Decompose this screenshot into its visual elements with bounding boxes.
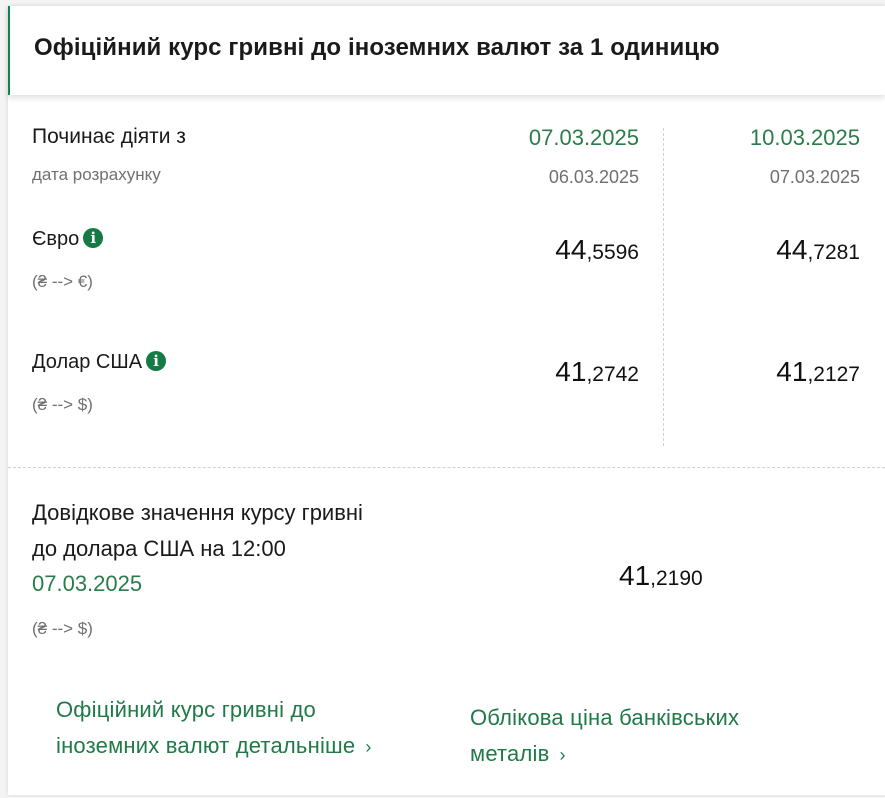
info-icon[interactable]: i [83,228,104,248]
column-2-date: 10.03.2025 [749,125,860,150]
rate-int: 44 [776,234,808,265]
usd-row-label: Долар США i [32,351,167,374]
rate-int: 41 [619,560,651,591]
rate-frac: ,5596 [586,241,639,264]
rate-frac: ,2742 [586,363,639,386]
reference-rate: 41,2190 [619,560,703,592]
link-detailed-rates[interactable]: Офіційний курс гривні до іноземних валют… [56,692,372,765]
euro-row-label: Євро i [32,228,104,251]
rate-int: 41 [555,356,587,387]
link-metals-line1: Облікова ціна банківських [470,705,740,730]
column-divider [663,128,664,446]
link-detailed-line1: Офіційний курс гривні до [56,697,316,722]
section-divider [8,467,885,468]
chevron-right-icon: › [365,737,372,757]
euro-rate-col1: 44,5596 [555,234,639,266]
rate-frac: ,2127 [807,363,860,386]
usd-rate-col2: 41,2127 [776,356,860,388]
column-1-calc-date: 06.03.2025 [548,167,639,187]
euro-name: Євро [32,228,80,250]
usd-rate-col1: 41,2742 [555,356,639,388]
reference-date: 07.03.2025 [32,571,143,596]
page-title: Офіційний курс гривні до іноземних валют… [34,34,720,61]
usd-direction: (₴ --> $) [32,395,93,414]
effective-label: Починає діяти з [32,125,186,148]
usd-name: Долар США [32,351,143,373]
rate-frac: ,7281 [807,241,860,264]
reference-line2: до долара США на 12:00 [32,536,286,561]
exchange-rates-card: Офіційний курс гривні до іноземних валют… [8,6,885,795]
rate-frac: ,2190 [650,567,703,590]
reference-line1: Довідкове значення курсу гривні [32,500,363,525]
card-header: Офіційний курс гривні до іноземних валют… [8,6,885,95]
chevron-right-icon: › [559,745,566,765]
reference-direction: (₴ --> $) [32,619,93,638]
rate-int: 44 [555,234,587,265]
rate-int: 41 [776,356,808,387]
link-metals-price[interactable]: Облікова ціна банківських металів › [470,700,739,773]
link-metals-line2: металів [470,741,550,766]
calc-date-label: дата розрахунку [32,165,161,184]
euro-rate-col2: 44,7281 [776,234,860,266]
euro-direction: (₴ --> €) [32,272,93,291]
column-1-date: 07.03.2025 [528,125,639,150]
link-detailed-line2: іноземних валют детальніше [56,733,356,758]
column-2-calc-date: 07.03.2025 [769,167,860,187]
info-icon[interactable]: i [146,351,167,371]
